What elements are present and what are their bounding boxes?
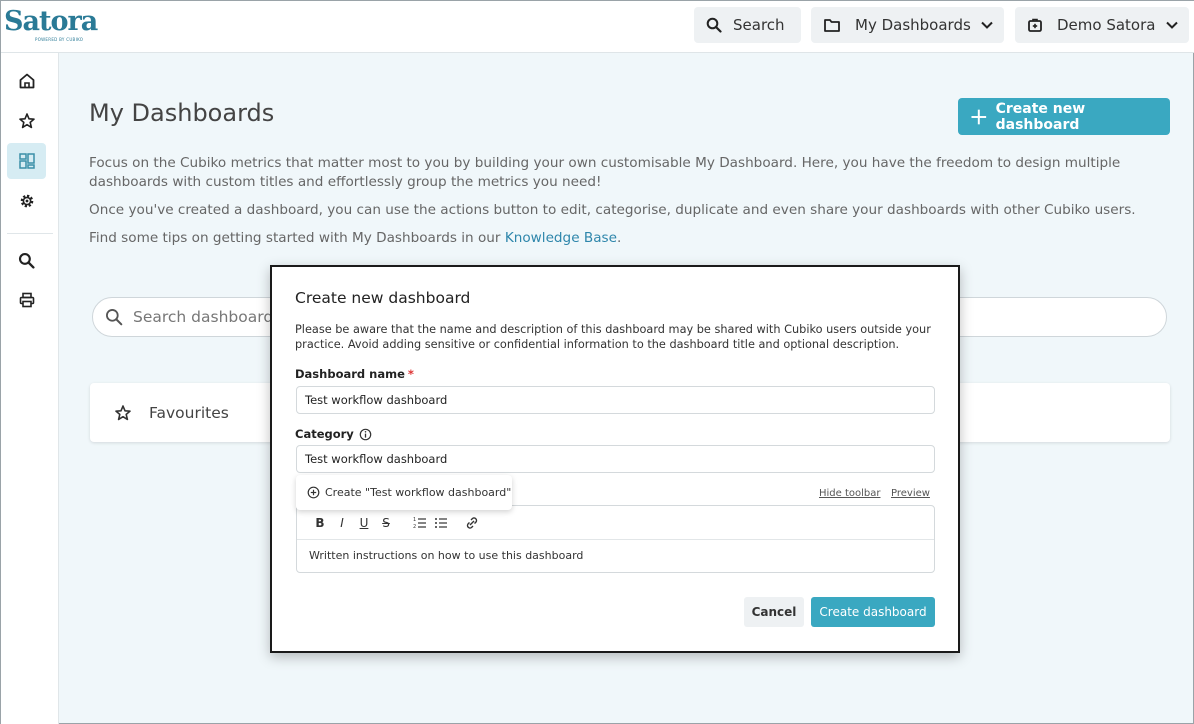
header-search-button[interactable]: Search bbox=[694, 7, 801, 43]
account-label: Demo Satora bbox=[1057, 16, 1156, 34]
create-new-dashboard-label: Create new dashboard bbox=[995, 100, 1086, 133]
search-icon bbox=[18, 252, 35, 269]
app-frame: Satora POWERED BY CUBIKO Search My Dashb… bbox=[0, 0, 1194, 724]
account-dropdown[interactable]: Demo Satora bbox=[1015, 7, 1189, 43]
create-dashboard-modal: Create new dashboard Please be aware tha… bbox=[270, 265, 960, 653]
intro-paragraph: Focus on the Cubiko metrics that matter … bbox=[89, 155, 1121, 190]
search-icon bbox=[706, 17, 722, 33]
underline-button[interactable]: U bbox=[353, 516, 375, 530]
star-icon bbox=[115, 404, 131, 420]
dashboard-name-label: Dashboard name * bbox=[295, 367, 414, 381]
hide-toolbar-link[interactable]: Hide toolbar bbox=[819, 488, 881, 499]
ordered-list-icon[interactable]: 12 bbox=[409, 516, 431, 530]
create-new-dashboard-button[interactable]: Create new dashboard bbox=[958, 98, 1170, 135]
tips-paragraph: Find some tips on getting started with M… bbox=[89, 230, 622, 246]
gear-icon bbox=[20, 194, 33, 208]
create-category-option[interactable]: Create "Test workflow dashboard" bbox=[296, 475, 512, 510]
category-input[interactable]: Test workflow dashboard bbox=[296, 445, 935, 473]
editor-toolbar: B I U S 12 bbox=[297, 506, 934, 540]
dashboard-name-input[interactable]: Test workflow dashboard bbox=[296, 386, 935, 414]
sidebar-item-print[interactable] bbox=[7, 282, 46, 318]
my-dashboards-dropdown[interactable]: My Dashboards bbox=[811, 7, 1004, 43]
svg-text:1: 1 bbox=[413, 517, 416, 523]
preview-link[interactable]: Preview bbox=[891, 488, 930, 499]
left-sidebar bbox=[1, 53, 59, 724]
svg-text:2: 2 bbox=[413, 524, 416, 530]
privacy-note: Please be aware that the name and descri… bbox=[295, 323, 931, 351]
strikethrough-button[interactable]: S bbox=[375, 516, 397, 530]
bullet-list-icon[interactable] bbox=[431, 516, 453, 530]
italic-button[interactable]: I bbox=[331, 516, 353, 530]
favourites-label: Favourites bbox=[149, 403, 229, 422]
printer-icon bbox=[19, 292, 34, 308]
link-icon[interactable] bbox=[463, 516, 481, 530]
actions-paragraph: Once you've created a dashboard, you can… bbox=[89, 202, 1136, 218]
sidebar-divider bbox=[7, 233, 53, 234]
required-mark: * bbox=[407, 367, 414, 381]
satora-logo[interactable]: Satora POWERED BY CUBIKO bbox=[4, 7, 98, 47]
knowledge-base-link[interactable]: Knowledge Base bbox=[505, 230, 617, 246]
modal-title: Create new dashboard bbox=[295, 289, 471, 307]
sidebar-item-home[interactable] bbox=[7, 63, 46, 99]
category-label: Category bbox=[295, 427, 372, 441]
page-title: My Dashboards bbox=[89, 99, 275, 127]
sidebar-item-favourites[interactable] bbox=[7, 103, 46, 139]
sidebar-item-settings[interactable] bbox=[7, 183, 46, 219]
star-icon bbox=[18, 113, 35, 129]
plus-circle-icon bbox=[307, 486, 320, 499]
dashboard-search-placeholder: Search dashboards bbox=[133, 308, 282, 326]
description-editor: B I U S 12 Written instructions on how t… bbox=[296, 505, 935, 573]
chevron-down-icon bbox=[981, 21, 993, 29]
chevron-down-icon bbox=[1166, 21, 1178, 29]
briefcase-plus-icon bbox=[1028, 18, 1042, 32]
sidebar-item-dashboards[interactable] bbox=[7, 143, 46, 179]
header-search-label: Search bbox=[733, 16, 785, 34]
create-category-option-label: Create "Test workflow dashboard" bbox=[325, 486, 512, 499]
plus-icon bbox=[971, 109, 987, 124]
search-icon bbox=[106, 309, 123, 326]
home-icon bbox=[19, 73, 34, 89]
description-text[interactable]: Written instructions on how to use this … bbox=[309, 549, 583, 562]
info-icon[interactable] bbox=[359, 428, 372, 441]
top-header: Satora POWERED BY CUBIKO Search My Dashb… bbox=[1, 1, 1194, 53]
bold-button[interactable]: B bbox=[309, 516, 331, 530]
my-dashboards-label: My Dashboards bbox=[855, 16, 971, 34]
dashboard-icon bbox=[18, 153, 35, 169]
create-dashboard-button[interactable]: Create dashboard bbox=[811, 597, 935, 627]
sidebar-item-search[interactable] bbox=[7, 242, 46, 278]
folder-icon bbox=[824, 19, 840, 32]
cancel-button[interactable]: Cancel bbox=[744, 597, 804, 627]
